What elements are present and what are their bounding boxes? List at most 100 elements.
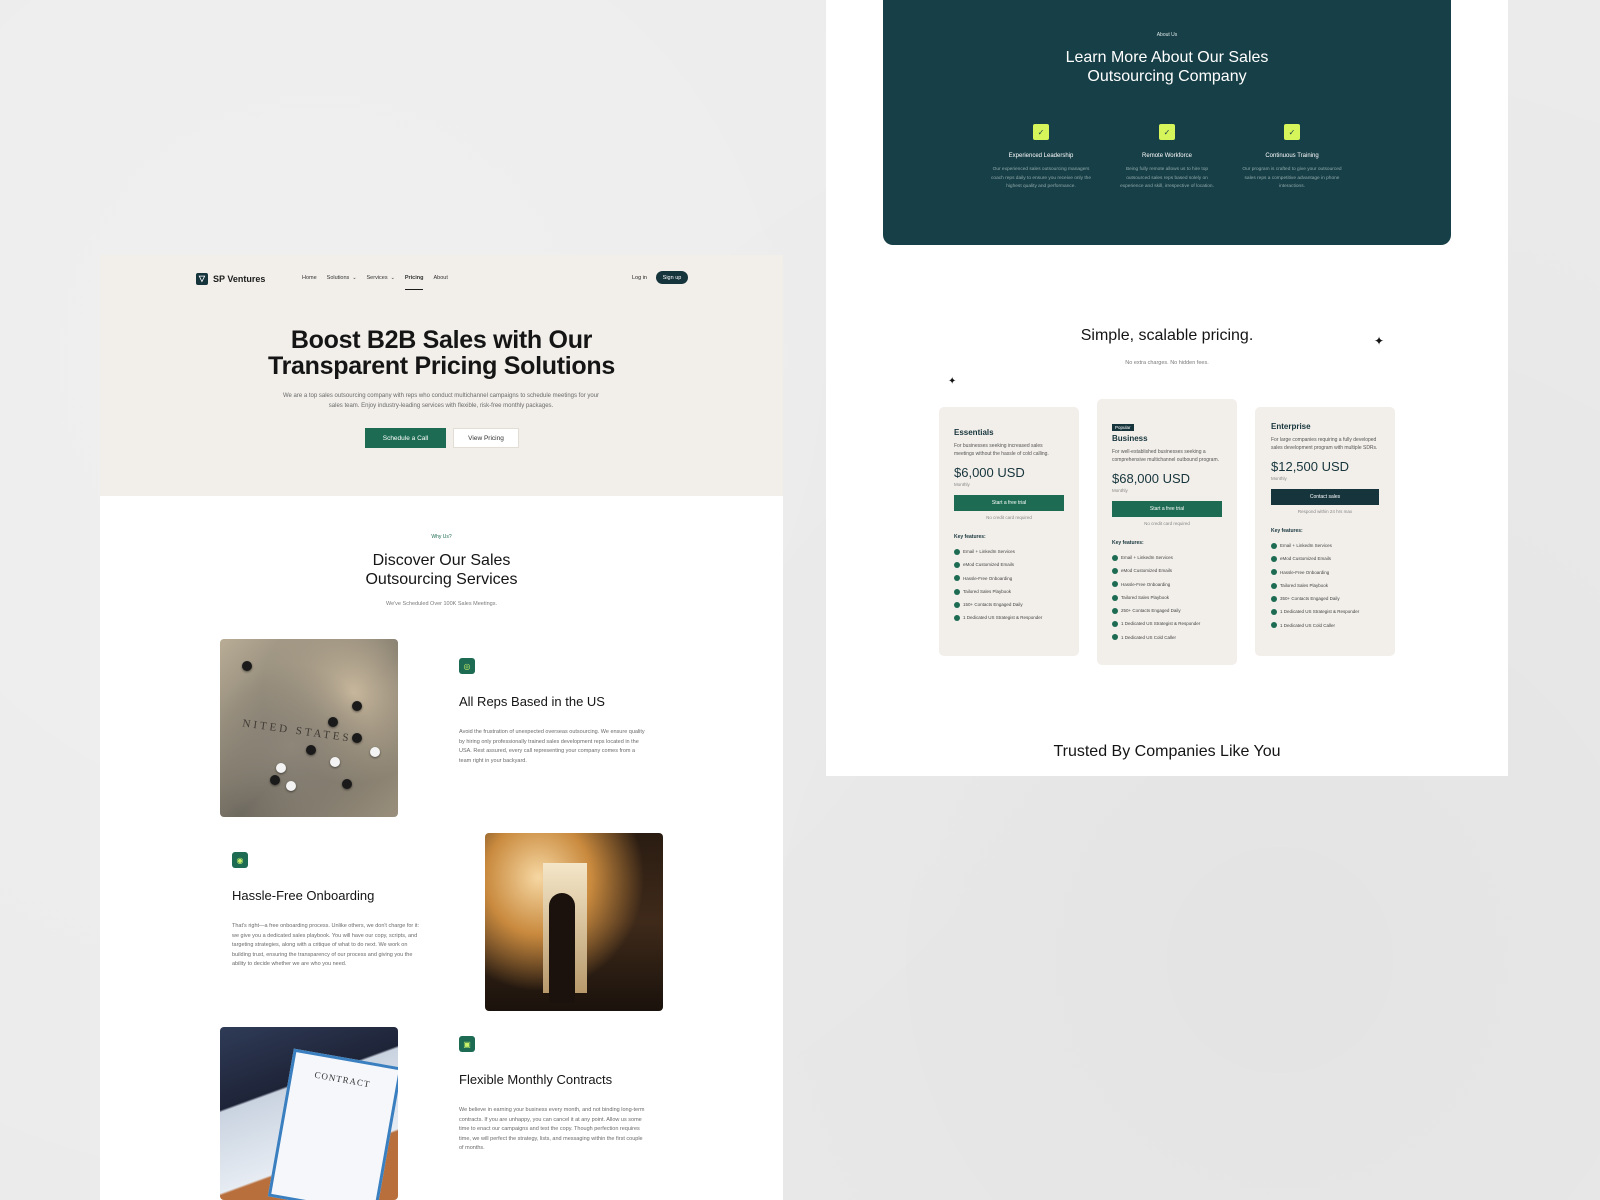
- about-item-description: Being fully remote allows us to hire top…: [1120, 167, 1214, 189]
- feature-item-label: Tailored Sales Playbook: [1121, 594, 1170, 600]
- us-map-photo: NITED STATES: [220, 639, 398, 817]
- plan-period: Monthly: [954, 482, 970, 487]
- check-icon: [1271, 542, 1277, 549]
- check-icon: [1112, 554, 1118, 561]
- map-pin: [286, 781, 296, 791]
- signup-button[interactable]: Sign up: [656, 271, 688, 284]
- plan-name: Essentials: [954, 428, 994, 437]
- feature-item: Tailored Sales Playbook: [1112, 591, 1222, 604]
- feature-item-label: eMod Customized Emails: [1280, 556, 1332, 562]
- contract-label: CONTRACT: [313, 1069, 372, 1090]
- hero-title: Boost B2B Sales with Our Transparent Pric…: [100, 327, 783, 379]
- feature-item-label: 1 Dedicated US Strategist & Responder: [963, 615, 1043, 621]
- feature-item: 1 Dedicated US Cold Caller: [1112, 631, 1222, 644]
- contact-sales-button[interactable]: Contact sales: [1271, 489, 1379, 505]
- feature-list: Email + LinkedIn Services eMod Customize…: [1271, 539, 1379, 632]
- feature-item: Email + LinkedIn Services: [1112, 551, 1222, 564]
- plan-description: For businesses seeking increased sales m…: [954, 443, 1049, 457]
- sparkle-icon: ✦: [948, 376, 957, 387]
- about-eyebrow: About Us: [1156, 32, 1178, 38]
- about-section: About Us Learn More About Our Sales Outso…: [883, 0, 1451, 245]
- check-icon: [1112, 581, 1118, 588]
- hero-title-line-2: Transparent Pricing Solutions: [268, 352, 615, 380]
- feature-item: eMod Customized Emails: [1271, 552, 1379, 565]
- plan-note: Respond within 24 hrs max: [1297, 509, 1353, 514]
- feature-item-label: 1 Dedicated US Strategist & Responder: [1121, 621, 1201, 627]
- contract-photo: CONTRACT: [220, 1027, 398, 1200]
- about-item-description: Our program is crafted to give your outs…: [1242, 167, 1342, 189]
- chevron-down-icon: ⌄: [352, 275, 357, 281]
- hero-section: ▽ SP Ventures Home Solutions ⌄ Services ⌄ …: [100, 255, 783, 496]
- plan-name: Enterprise: [1271, 422, 1311, 431]
- nav-link-pricing[interactable]: Pricing: [404, 275, 423, 290]
- check-icon: [954, 615, 960, 622]
- feature-us-reps: ◎ All Reps Based in the US Avoid the fru…: [459, 658, 647, 766]
- check-icon: [954, 548, 960, 555]
- map-pin: [370, 747, 380, 757]
- brand-logo[interactable]: ▽ SP Ventures: [196, 273, 265, 285]
- plan-card-essentials: Essentials For businesses seeking increa…: [939, 407, 1079, 656]
- feature-item-label: Tailored Sales Playbook: [963, 588, 1012, 594]
- check-icon: [1112, 607, 1118, 614]
- view-pricing-button[interactable]: View Pricing: [453, 428, 519, 448]
- nav-link-services[interactable]: Services ⌄: [367, 275, 395, 281]
- feature-description: We believe in earning your business ever…: [459, 1107, 645, 1151]
- landing-page-mockup: ▽ SP Ventures Home Solutions ⌄ Services ⌄ …: [100, 255, 783, 1200]
- about-title: Learn More About Our Sales Outsourcing Co…: [883, 48, 1451, 86]
- check-icon: [1112, 594, 1118, 601]
- check-icon: [1271, 622, 1277, 629]
- start-trial-button[interactable]: Start a free trial: [954, 495, 1064, 511]
- feature-title: Flexible Monthly Contracts: [459, 1072, 613, 1087]
- plan-price: $12,500 USD: [1271, 459, 1350, 474]
- feature-item: Email + LinkedIn Services: [954, 545, 1064, 558]
- about-title-line-2: Outsourcing Company: [1087, 68, 1247, 85]
- schedule-call-button[interactable]: Schedule a Call: [365, 428, 446, 448]
- feature-item: eMod Customized Emails: [954, 558, 1064, 571]
- feature-list: Email + LinkedIn Services eMod Customize…: [1112, 551, 1222, 644]
- person-silhouette: [549, 893, 575, 1003]
- nav-link-solutions[interactable]: Solutions ⌄: [327, 275, 357, 281]
- check-icon: [1271, 595, 1277, 602]
- feature-item: 1 Dedicated US Strategist & Responder: [954, 611, 1064, 624]
- feature-onboarding: ◉ Hassle-Free Onboarding That's right—a …: [232, 852, 420, 970]
- feature-item: 1 Dedicated US Strategist & Responder: [1112, 617, 1222, 630]
- start-trial-button[interactable]: Start a free trial: [1112, 501, 1222, 517]
- section-title: Discover Our Sales Outsourcing Services: [100, 551, 783, 589]
- logo-v-icon: ▽: [196, 273, 208, 285]
- feature-item-label: Email + LinkedIn Services: [1280, 543, 1332, 548]
- feature-item: eMod Customized Emails: [1112, 564, 1222, 577]
- section-subtitle: We've Scheduled Over 100K Sales Meetings…: [385, 601, 497, 607]
- about-item-remote: ✓ Remote Workforce Being fully remote al…: [1115, 124, 1219, 192]
- check-icon: [1271, 582, 1277, 589]
- nav-link-home[interactable]: Home: [302, 275, 317, 281]
- check-icon: [954, 575, 960, 582]
- hero-title-line-1: Boost B2B Sales with Our: [290, 326, 593, 354]
- feature-item-label: 1 Dedicated US Cold Caller: [1121, 634, 1177, 640]
- feature-item-label: 1 Dedicated US Strategist & Responder: [1280, 609, 1360, 615]
- check-icon: [1271, 569, 1277, 576]
- map-pin: [352, 701, 362, 711]
- feature-description: That's right—a free onboarding process. …: [232, 923, 420, 967]
- nav-links: Home Solutions ⌄ Services ⌄ Pricing About: [302, 275, 448, 290]
- map-pin: [270, 775, 280, 785]
- feature-item-label: 1 Dedicated US Cold Caller: [1280, 622, 1336, 628]
- nav-link-about[interactable]: About: [433, 275, 447, 281]
- about-item-leadership: ✓ Experienced Leadership Our experienced…: [989, 124, 1093, 192]
- popular-badge: Popular: [1112, 424, 1134, 431]
- about-item-title: Continuous Training: [1265, 153, 1319, 159]
- login-link[interactable]: Log in: [632, 275, 647, 281]
- check-icon: [1271, 555, 1277, 562]
- check-icon: [1112, 634, 1118, 641]
- feature-item-label: eMod Customized Emails: [963, 562, 1015, 568]
- pricing-title: Simple, scalable pricing.: [1080, 327, 1254, 344]
- feature-item-label: Hassle-Free Onboarding: [1121, 581, 1171, 587]
- feature-icon: ◉: [232, 852, 248, 868]
- check-icon: [954, 601, 960, 608]
- map-pin: [242, 661, 252, 671]
- feature-item: Email + LinkedIn Services: [1271, 539, 1379, 552]
- map-pin: [276, 763, 286, 773]
- feature-item: Hassle-Free Onboarding: [1112, 578, 1222, 591]
- trusted-heading: Trusted By Companies Like You: [1053, 743, 1281, 760]
- check-icon: [1112, 567, 1118, 574]
- feature-item: Tailored Sales Playbook: [954, 585, 1064, 598]
